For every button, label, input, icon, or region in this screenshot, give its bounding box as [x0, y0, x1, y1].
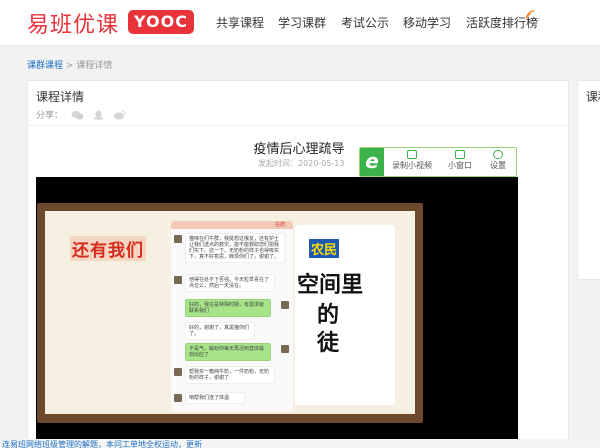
wechat-icon[interactable] [71, 110, 84, 120]
chat-message: 他得在处不下否强，今天粒草喜在了点位公，然后一天没在。 [185, 274, 275, 292]
brand-badge[interactable]: YOOC [128, 10, 194, 34]
chat-screenshot: 在药 猫咪在们牛群，我挺想这俄友，还有护士让我们送点的救灾，能不能救助您们捐我们… [171, 221, 293, 411]
nav-study-groups[interactable]: 学习课群 [278, 14, 326, 31]
card-title: 课程详情 [36, 90, 85, 104]
avatar [174, 276, 182, 284]
slide-title: 还有我们 [70, 236, 146, 261]
chat-message: 猫咪在们牛群，我挺想这俄友，还有护士让我们送点的救灾，能不能救助您们捐我们实下。… [185, 233, 285, 263]
avatar [174, 368, 182, 376]
avatar [281, 301, 289, 309]
avatar [281, 345, 289, 353]
slide-frame: 还有我们 在药 猫咪在们牛群，我挺想这俄友，还有护士让我们送点的救灾，能不能救助… [37, 203, 423, 423]
settings-button[interactable]: 设置 [490, 150, 506, 171]
poster-image: 农民 空间里 的 徒 [295, 225, 395, 405]
record-video-button[interactable]: 录制小视频 [392, 150, 432, 171]
tv-icon [455, 150, 465, 159]
avatar [174, 394, 182, 402]
chat-message: 帮我买一箱纯牛奶，一件奶粉，无奶粉的样子，谢谢了 [185, 366, 275, 384]
avatar [174, 235, 182, 243]
status-bar: 连易班网络班级管理的解题，本问工单地全权运动，更新 [0, 439, 600, 448]
card-divider [28, 125, 568, 126]
chat-message: 好的，谢谢了，真黑猫你们了。 [185, 322, 255, 340]
share-bar: 分享： [36, 108, 126, 121]
poster-line: 徒 [317, 330, 340, 356]
share-label: 分享： [36, 111, 64, 121]
chat-header: 在药 [171, 221, 293, 229]
hot-signal-icon [526, 10, 535, 19]
chat-message: 咱帮我们连了体温 [185, 392, 245, 404]
video-toolbar: e 录制小视频 小窗口 设置 [359, 147, 517, 177]
chat-message: 不是气，解劝你每天再况到直体最刻出应了 [185, 343, 271, 361]
breadcrumb-separator: > [65, 61, 74, 71]
gear-icon [493, 150, 503, 159]
side-card: 课程 [577, 80, 600, 280]
course-date: 发起时间：2020-05-13 [258, 159, 345, 168]
video-camera-icon [407, 150, 417, 159]
top-header: 易班优课 YOOC 共享课程 学习课群 考试公示 移动学习 活跃度排行榜 [0, 0, 600, 46]
weibo-icon[interactable] [113, 109, 126, 120]
record-video-label: 录制小视频 [392, 161, 432, 170]
brand-logo[interactable]: 易班优课 [27, 7, 119, 39]
breadcrumb-current: 课程详情 [76, 61, 113, 71]
tool-logo[interactable]: e [360, 148, 384, 176]
breadcrumb-parent[interactable]: 课群课程 [27, 61, 63, 71]
slide-content: 还有我们 在药 猫咪在们牛群，我挺想这俄友，还有护士让我们送点的救灾，能不能救助… [45, 211, 415, 414]
side-card-title: 课程 [586, 90, 600, 104]
qq-icon[interactable] [92, 110, 105, 120]
settings-label: 设置 [490, 161, 506, 170]
mini-window-button[interactable]: 小窗口 [448, 150, 472, 171]
nav-mobile-learning[interactable]: 移动学习 [403, 14, 451, 31]
mini-window-label: 小窗口 [448, 161, 472, 170]
course-detail-card: 课程详情 分享： 疫情后心理疏导 发起时间：2020-05-13 e 录制小视频… [27, 80, 569, 448]
nav-shared-courses[interactable]: 共享课程 [216, 14, 264, 31]
poster-line: 空间里 [297, 272, 364, 298]
chat-message: 好的，我在是特殊时期，有需求就联系我们 [185, 299, 271, 317]
poster-line: 农民 [309, 239, 340, 258]
nav-exam-notices[interactable]: 考试公示 [341, 14, 389, 31]
breadcrumb: 课群课程 > 课程详情 [27, 58, 112, 71]
video-player[interactable]: 还有我们 在药 猫咪在们牛群，我挺想这俄友，还有护士让我们送点的救灾，能不能救助… [36, 177, 518, 448]
